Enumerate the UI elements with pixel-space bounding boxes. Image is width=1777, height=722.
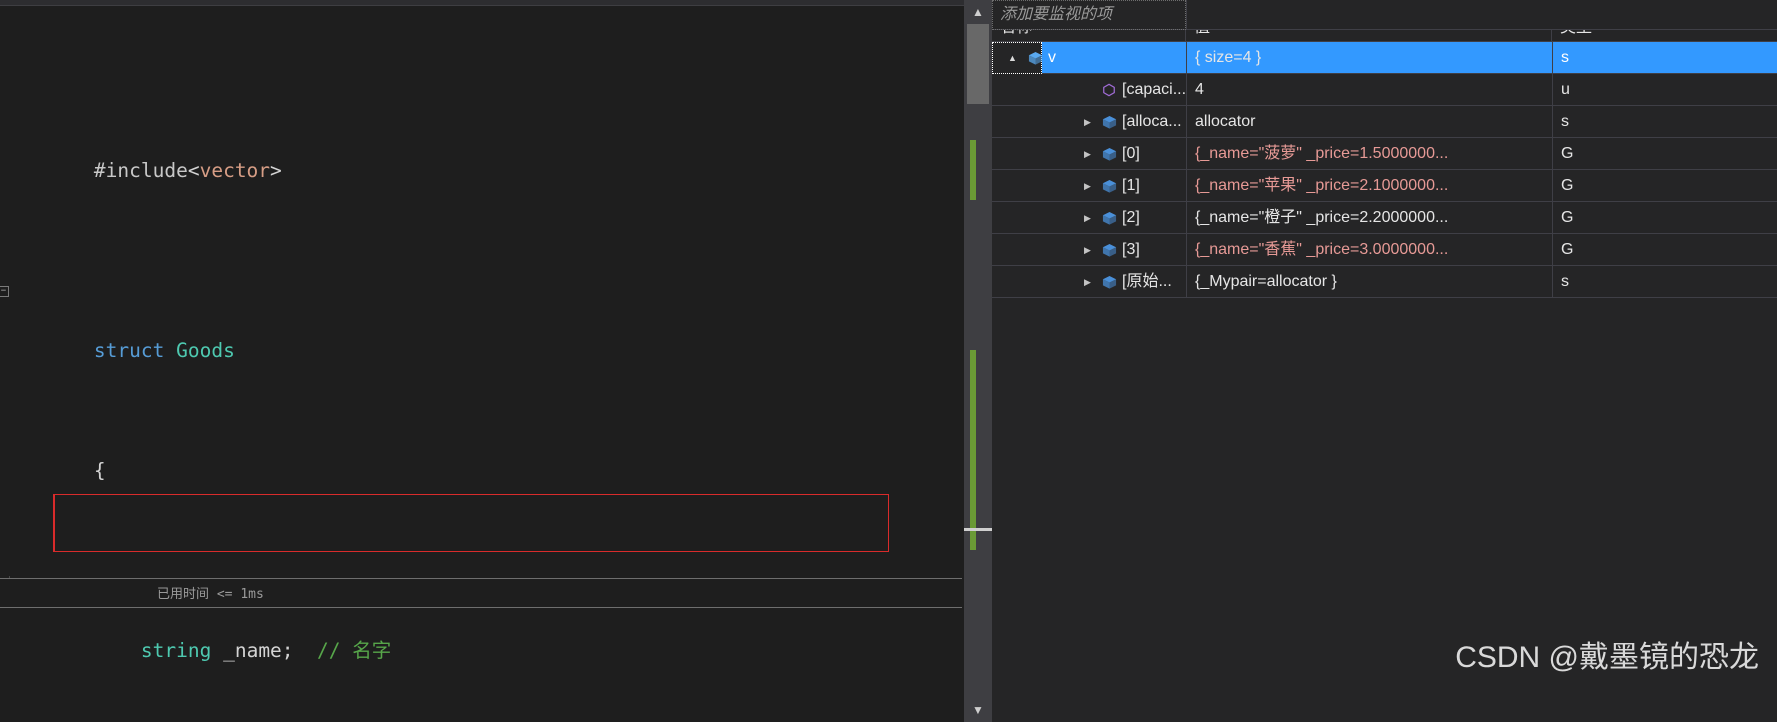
- watch-row-name[interactable]: v: [992, 42, 1186, 74]
- token-angle-open: <: [187, 159, 200, 182]
- token-type-goods: Goods: [176, 339, 235, 362]
- code-line[interactable]: − struct Goods: [0, 276, 964, 362]
- token-header-name: vector: [199, 159, 271, 182]
- watch-row-name[interactable]: [原始...: [992, 266, 1186, 298]
- token-member-name: _name;: [223, 639, 294, 662]
- watch-row[interactable]: ▶ [1] {_name="苹果" _price=2.1000000... G: [992, 170, 1777, 202]
- watch-name-text: [3]: [1122, 241, 1140, 258]
- code-text-area[interactable]: #include<vector> − struct Goods { string…: [0, 6, 964, 722]
- watch-row-name[interactable]: [alloca...: [992, 106, 1186, 138]
- watch-row-name[interactable]: [1]: [992, 170, 1186, 202]
- code-line[interactable]: {: [0, 426, 964, 482]
- watch-row-value[interactable]: {_name="橙子" _price=2.2000000...: [1186, 202, 1552, 234]
- watch-row[interactable]: ▲ v{ size=4 } s: [992, 42, 1777, 74]
- token-keyword-struct: struct: [93, 339, 165, 362]
- token-preprocessor: #include: [93, 159, 188, 182]
- watch-row-value[interactable]: {_name="菠萝" _price=1.5000000...: [1186, 138, 1552, 170]
- watch-row[interactable]: ▶ [0] {_name="菠萝" _price=1.5000000... G: [992, 138, 1777, 170]
- watch-row[interactable]: ▶ [3] {_name="香蕉" _price=3.0000000... G: [992, 234, 1777, 266]
- column-divider: [1186, 0, 1187, 30]
- code-editor-pane[interactable]: #include<vector> − struct Goods { string…: [0, 0, 964, 722]
- watch-row-type: G: [1552, 234, 1777, 266]
- vs-debugger-window: #include<vector> − struct Goods { string…: [0, 0, 1777, 722]
- watch-row-name[interactable]: [0]: [992, 138, 1186, 170]
- watch-name-text: [capaci...: [1122, 81, 1186, 98]
- code-line[interactable]: #include<vector>: [0, 126, 964, 182]
- watch-row[interactable]: ▶ [原始... {_Mypair=allocator } s: [992, 266, 1777, 298]
- watch-name-text: [alloca...: [1122, 113, 1182, 130]
- editor-vertical-scrollbar[interactable]: ▲ ▼: [964, 0, 992, 722]
- watch-row-value[interactable]: 4: [1186, 74, 1552, 106]
- watch-name-text: [原始...: [1122, 273, 1172, 290]
- token-angle-close: >: [270, 159, 282, 182]
- elapsed-label: 已用时间: [157, 587, 210, 602]
- watch-row[interactable]: ▶ [alloca... allocator s: [992, 106, 1777, 138]
- watch-row-type: G: [1552, 202, 1777, 234]
- watch-row-name[interactable]: [2]: [992, 202, 1186, 234]
- elapsed-time-annotation: 已用时间 <= 1ms: [157, 583, 264, 602]
- watch-name-text: [0]: [1122, 145, 1140, 162]
- scrollbar-thumb[interactable]: [967, 24, 989, 104]
- elapsed-value: <= 1ms: [216, 587, 264, 602]
- watch-row-value[interactable]: {_name="香蕉" _price=3.0000000...: [1186, 234, 1552, 266]
- current-line-marker: [964, 528, 992, 531]
- watch-name-text: [2]: [1122, 209, 1140, 226]
- watch-panel[interactable]: ▾ ◁ ▷ 搜索深度 名称 值 类型 ▲v{ size=4 }s[capaci.…: [992, 0, 1777, 722]
- watch-row[interactable]: ▶ [2] {_name="橙子" _price=2.2000000... G: [992, 202, 1777, 234]
- token-type-string: string: [140, 639, 212, 662]
- current-statement-marker: [53, 494, 55, 552]
- watch-row-type: G: [1552, 138, 1777, 170]
- watch-row-value[interactable]: {_name="苹果" _price=2.1000000...: [1186, 170, 1552, 202]
- scroll-down-arrow-icon[interactable]: ▼: [964, 700, 992, 720]
- watch-row-type: G: [1552, 170, 1777, 202]
- token-comment: // 名字: [317, 639, 392, 662]
- token-brace-open: {: [93, 459, 106, 482]
- watch-row-value[interactable]: { size=4 }: [1186, 42, 1552, 74]
- watch-row-value[interactable]: allocator: [1186, 106, 1552, 138]
- change-marker-green: [970, 140, 976, 200]
- collapse-toggle-struct[interactable]: −: [0, 286, 9, 297]
- scroll-up-arrow-icon[interactable]: ▲: [964, 2, 992, 22]
- add-watch-placeholder[interactable]: 添加要监视的项: [1000, 0, 1112, 30]
- change-marker-green: [970, 350, 976, 550]
- watch-row-type: s: [1552, 266, 1777, 298]
- csdn-watermark: CSDN @戴墨镜的恐龙: [1455, 641, 1759, 674]
- watch-name-text: v: [1048, 49, 1056, 66]
- watch-row-name[interactable]: [3]: [992, 234, 1186, 266]
- add-watch-row[interactable]: 添加要监视的项: [992, 0, 1777, 30]
- watch-row-type: u: [1552, 74, 1777, 106]
- watch-row-type: s: [1552, 42, 1777, 74]
- inline-diagnostics-bar: [0, 578, 962, 608]
- watch-name-text: [1]: [1122, 177, 1140, 194]
- watch-row[interactable]: [capaci... 4 u: [992, 74, 1777, 106]
- watch-row-name[interactable]: [capaci...: [992, 74, 1186, 106]
- watch-row-type: s: [1552, 106, 1777, 138]
- watch-rows-container[interactable]: ▲ v{ size=4 } s [capaci... 4 u ▶ [alloca... allo…: [992, 42, 1777, 298]
- watch-row-value[interactable]: {_Mypair=allocator }: [1186, 266, 1552, 298]
